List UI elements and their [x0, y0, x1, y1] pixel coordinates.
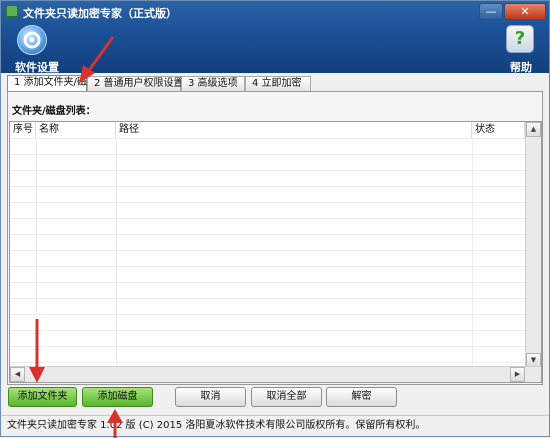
list-divider [10, 186, 525, 187]
help-button-label[interactable]: 帮助 [510, 59, 532, 75]
list-divider [10, 266, 525, 267]
list-divider [10, 298, 525, 299]
vertical-scrollbar[interactable]: ▲ ▼ [525, 122, 541, 368]
decrypt-button[interactable]: 解密 [326, 387, 397, 407]
cancel-button[interactable]: 取消 [175, 387, 246, 407]
column-divider [472, 138, 473, 368]
annotation-arrow-icon [29, 319, 45, 383]
list-divider [10, 314, 525, 315]
window-title: 文件夹只读加密专家（正式版） [23, 7, 177, 20]
column-header-index[interactable]: 序号 [10, 122, 36, 138]
list-divider [10, 346, 525, 347]
list-divider [10, 170, 525, 171]
horizontal-scrollbar[interactable]: ◀ ▶ [10, 366, 541, 382]
close-button[interactable]: ✕ [504, 3, 546, 20]
app-icon [6, 5, 18, 17]
list-divider [10, 218, 525, 219]
column-header-path[interactable]: 路径 [116, 122, 472, 138]
scroll-left-icon[interactable]: ◀ [10, 367, 25, 382]
add-disk-button[interactable]: 添加磁盘 [82, 387, 153, 407]
settings-button-label[interactable]: 软件设置 [15, 59, 59, 75]
folder-disk-list[interactable]: 序号 名称 路径 状态 ▲ ▼ ◀ ▶ [9, 121, 542, 383]
list-divider [10, 282, 525, 283]
column-divider [116, 138, 117, 368]
list-divider [10, 250, 525, 251]
list-divider [10, 202, 525, 203]
minimize-button[interactable]: — [479, 3, 503, 20]
annotation-arrow-icon [107, 409, 123, 438]
app-window: 文件夹只读加密专家（正式版） — ✕ 软件设置 ? 帮助 1 添加文件夹/磁盘 … [0, 0, 550, 438]
tab-encrypt-now[interactable]: 4 立即加密 [245, 76, 311, 91]
list-divider [10, 362, 525, 363]
add-folder-button[interactable]: 添加文件夹 [8, 387, 77, 407]
annotation-arrow-icon [79, 36, 115, 83]
list-divider [10, 234, 525, 235]
list-title: 文件夹/磁盘列表： [12, 106, 96, 117]
scroll-up-icon[interactable]: ▲ [526, 122, 541, 137]
list-divider [10, 330, 525, 331]
tab-advanced-options[interactable]: 3 高级选项 [181, 76, 245, 91]
column-header-name[interactable]: 名称 [36, 122, 116, 138]
cancel-all-button[interactable]: 取消全部 [251, 387, 322, 407]
help-icon[interactable]: ? [506, 25, 534, 53]
status-bar: 文件夹只读加密专家 1.02 版 (C) 2015 洛阳夏冰软件技术有限公司版权… [1, 415, 549, 436]
list-divider [10, 154, 525, 155]
scroll-right-icon[interactable]: ▶ [510, 367, 525, 382]
column-header-status[interactable]: 状态 [472, 122, 525, 138]
list-divider [10, 138, 525, 139]
gear-icon[interactable] [17, 25, 47, 55]
